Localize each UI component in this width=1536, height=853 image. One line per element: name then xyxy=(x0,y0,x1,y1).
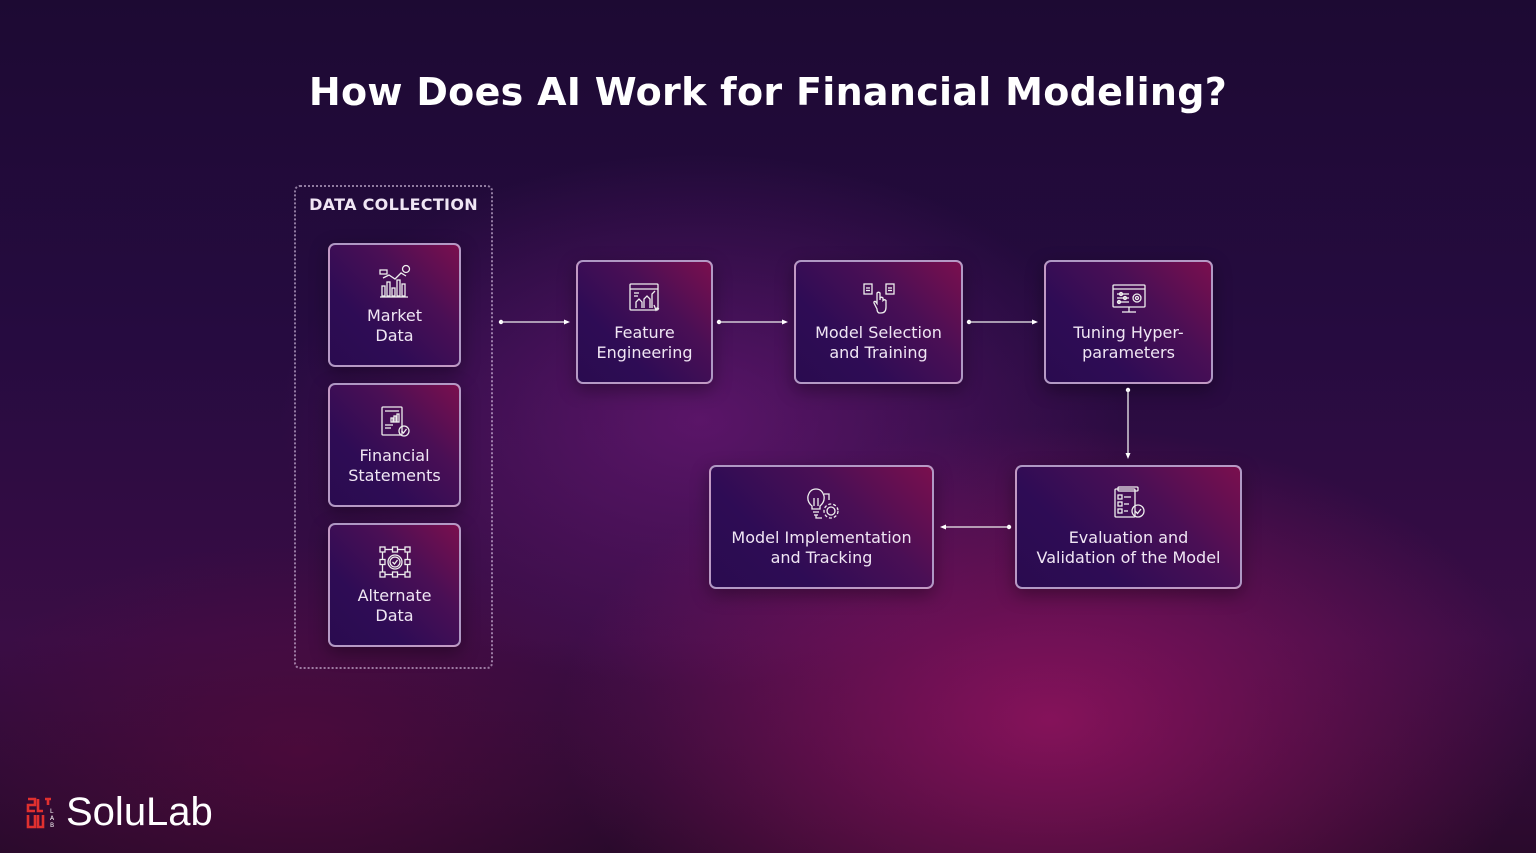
svg-text:L: L xyxy=(50,808,54,815)
data-collection-label: DATA COLLECTION xyxy=(309,195,478,214)
analytics-window-icon xyxy=(627,281,663,317)
checklist-icon xyxy=(1111,486,1147,522)
card-evaluation-validation: Evaluation and Validation of the Model xyxy=(1015,465,1242,589)
label-line: parameters xyxy=(1082,343,1175,362)
card-feature-engineering: Feature Engineering xyxy=(576,260,713,384)
monitor-settings-icon xyxy=(1111,281,1147,317)
data-network-icon xyxy=(377,544,413,580)
page-title: How Does AI Work for Financial Modeling? xyxy=(308,70,1228,114)
label-line: Validation of the Model xyxy=(1036,548,1221,567)
label-line: Feature xyxy=(614,323,675,342)
label-line: Data xyxy=(375,326,414,345)
solulab-logo-icon: LAB xyxy=(26,796,58,830)
card-label: Market Data xyxy=(367,306,422,346)
card-tuning-hyperparameters: Tuning Hyper- parameters xyxy=(1044,260,1213,384)
brand-name: SoluLab xyxy=(66,790,213,834)
card-model-implementation: Model Implementation and Tracking xyxy=(709,465,934,589)
card-label: Feature Engineering xyxy=(597,323,693,363)
card-label: Financial Statements xyxy=(348,446,441,486)
label-line: and Training xyxy=(829,343,928,362)
label-line: Statements xyxy=(348,466,441,485)
hand-select-icon xyxy=(861,281,897,317)
card-label: Evaluation and Validation of the Model xyxy=(1037,528,1221,568)
connector-feature-to-model xyxy=(716,318,790,326)
label-line: Model Implementation xyxy=(731,528,912,547)
card-model-selection: Model Selection and Training xyxy=(794,260,963,384)
card-financial-statements: Financial Statements xyxy=(328,383,461,507)
svg-text:A: A xyxy=(50,815,55,822)
connector-model-to-tuning xyxy=(966,318,1040,326)
card-alternate-data: Alternate Data xyxy=(328,523,461,647)
label-line: Engineering xyxy=(596,343,693,362)
financial-report-icon xyxy=(377,404,413,440)
label-line: Market xyxy=(367,306,422,325)
card-label: Alternate Data xyxy=(358,586,432,626)
label-line: Data xyxy=(375,606,414,625)
label-line: Alternate xyxy=(357,586,432,605)
label-line: Model Selection xyxy=(815,323,942,342)
brand-logo: LAB SoluLab xyxy=(26,790,213,835)
label-line: Tuning Hyper- xyxy=(1073,323,1184,342)
label-line: Evaluation and xyxy=(1068,528,1189,547)
svg-text:B: B xyxy=(50,822,54,829)
card-label: Model Selection and Training xyxy=(815,323,942,363)
card-label: Tuning Hyper- parameters xyxy=(1073,323,1183,363)
connector-collection-to-feature xyxy=(498,318,572,326)
label-line: Financial xyxy=(359,446,430,465)
market-chart-icon xyxy=(377,264,413,300)
connector-tuning-to-evaluation xyxy=(1124,387,1132,461)
card-label: Model Implementation and Tracking xyxy=(731,528,911,568)
connector-evaluation-to-implementation xyxy=(938,523,1012,531)
card-market-data: Market Data xyxy=(328,243,461,367)
label-line: and Tracking xyxy=(770,548,873,567)
idea-gear-icon xyxy=(804,486,840,522)
